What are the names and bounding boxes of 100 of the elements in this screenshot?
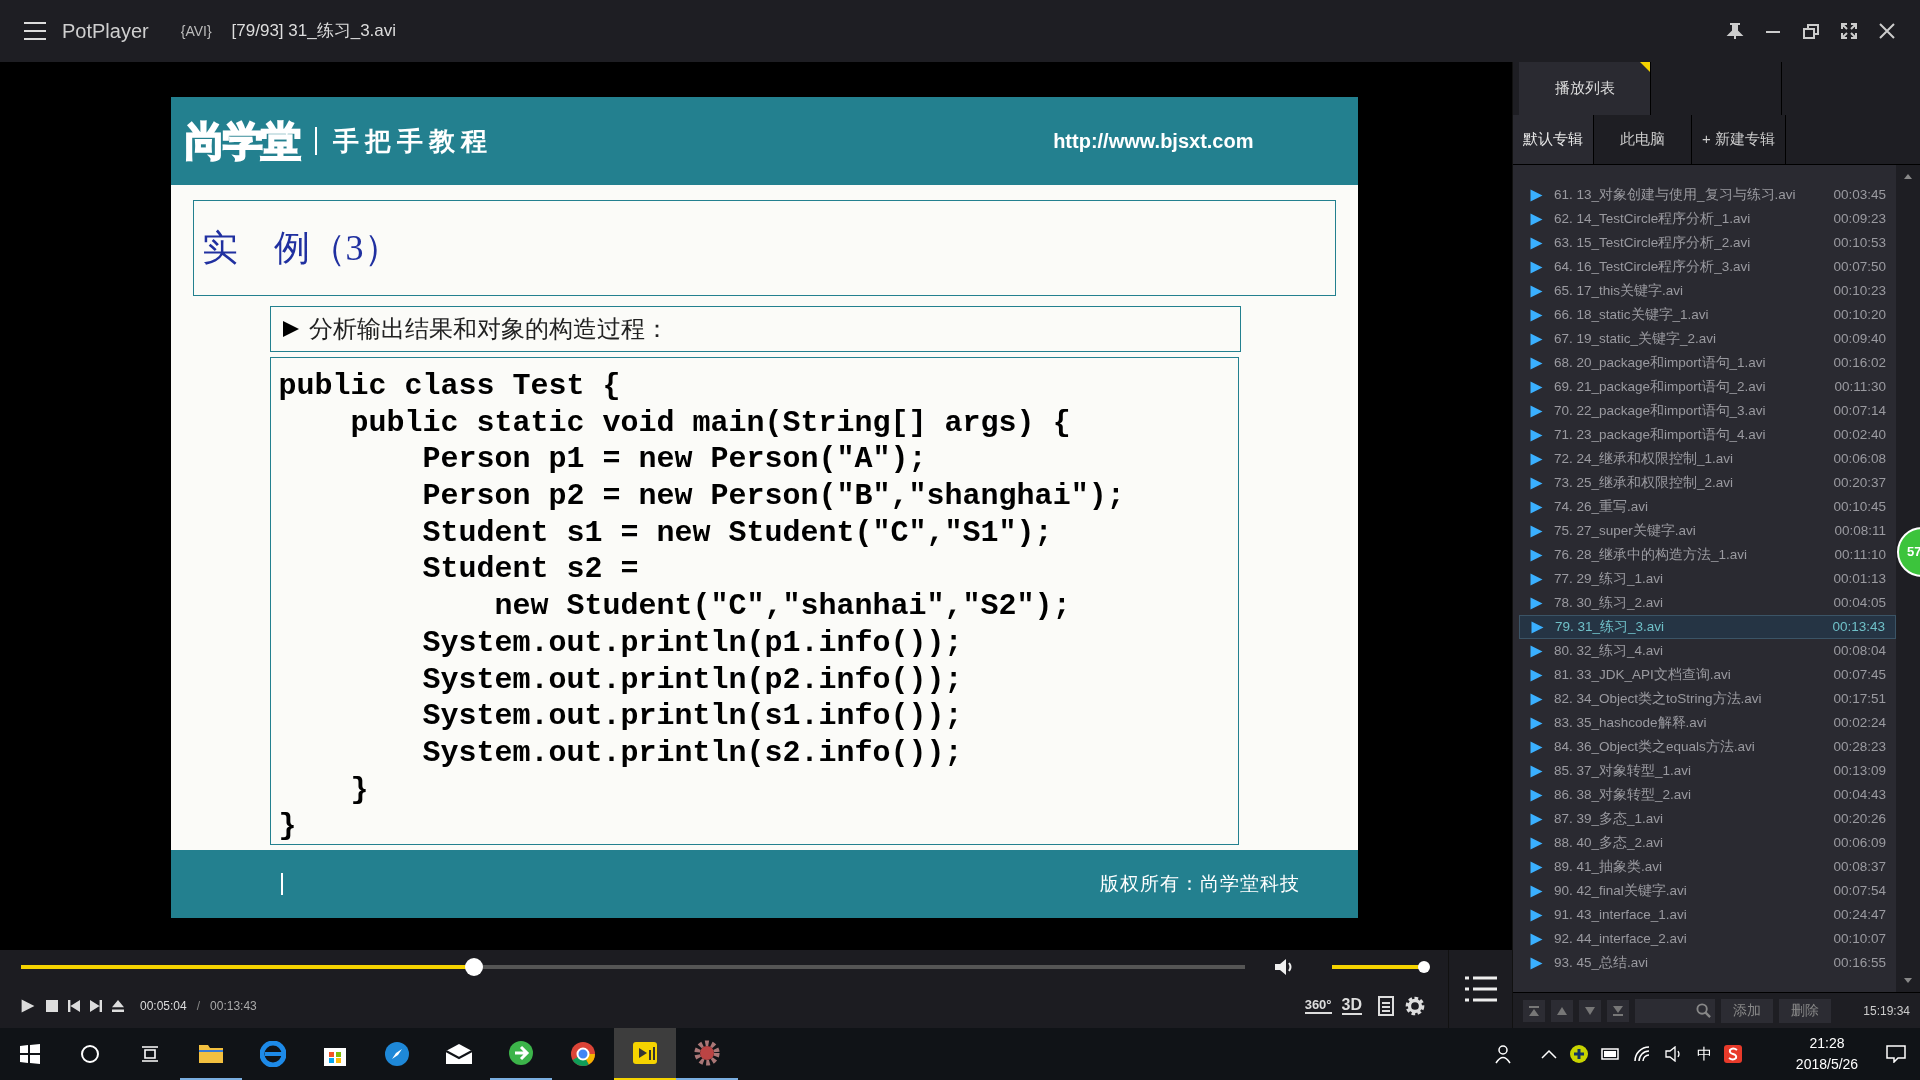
seek-handle[interactable]	[464, 958, 483, 976]
playlist-item[interactable]: 68. 20_package和import语句_1.avi 00:16:02	[1519, 351, 1896, 375]
play-file-icon	[1529, 475, 1544, 491]
move-down-icon[interactable]	[1579, 999, 1601, 1022]
play-file-icon	[1529, 283, 1544, 299]
playlist-item[interactable]: 69. 21_package和import语句_2.avi 00:11:30	[1519, 375, 1896, 399]
playlist-item[interactable]: 75. 27_super关键字.avi 00:08:11	[1519, 519, 1896, 543]
item-title: 83. 35_hashcode解释.avi	[1554, 713, 1708, 732]
playlist-item[interactable]: 84. 36_Object类之equals方法.avi 00:28:23	[1519, 735, 1896, 759]
item-title: 76. 28_继承中的构造方法_1.avi	[1554, 545, 1749, 564]
code-line: System.out.println(p2.info());	[421, 661, 963, 699]
chrome-app-icon[interactable]	[570, 1041, 596, 1067]
playlist-item[interactable]: 72. 24_继承和权限控制_1.avi 00:06:08	[1519, 447, 1896, 471]
move-top-icon[interactable]	[1523, 999, 1545, 1022]
search-field[interactable]	[1635, 998, 1715, 1023]
list-icon[interactable]	[1464, 976, 1497, 1002]
battery-icon[interactable]	[1601, 1047, 1621, 1061]
restore-icon[interactable]	[1802, 22, 1820, 40]
playlist-item[interactable]: 80. 32_练习_4.avi 00:08:04	[1519, 639, 1896, 663]
play-file-icon	[1529, 259, 1544, 275]
playlist-item[interactable]: 87. 39_多态_1.avi 00:20:26	[1519, 807, 1896, 831]
previous-icon[interactable]	[68, 1000, 80, 1012]
play-file-icon	[1529, 547, 1544, 563]
code-line: Student s2 =	[421, 551, 639, 589]
task-view-icon[interactable]	[140, 1044, 160, 1064]
plus-tray-icon[interactable]	[1569, 1044, 1589, 1064]
playlist-item[interactable]: 78. 30_练习_2.avi 00:04:05	[1519, 591, 1896, 615]
item-duration: 00:10:23	[1833, 281, 1886, 300]
play-icon[interactable]	[20, 998, 36, 1014]
item-duration: 00:09:23	[1833, 209, 1886, 228]
item-duration: 00:16:02	[1833, 353, 1886, 372]
taskbar-button[interactable]	[614, 1028, 676, 1080]
notification-icon[interactable]	[1886, 1045, 1906, 1063]
playlist-item[interactable]: 86. 38_对象转型_2.avi 00:04:43	[1519, 783, 1896, 807]
gear-app-icon	[693, 1039, 721, 1067]
playlist-item[interactable]: 90. 42_final关键字.avi 00:07:54	[1519, 879, 1896, 903]
playlist-item[interactable]: 91. 43_interface_1.avi 00:24:47	[1519, 903, 1896, 927]
playlist-item[interactable]: 77. 29_练习_1.avi 00:01:13	[1519, 567, 1896, 591]
move-up-icon[interactable]	[1551, 999, 1573, 1022]
play-file-icon	[1529, 691, 1544, 707]
item-duration: 00:24:47	[1833, 905, 1886, 924]
3d-button[interactable]: 3D	[1341, 997, 1362, 1015]
playlist-item[interactable]: 89. 41_抽象类.avi 00:08:37	[1519, 855, 1896, 879]
playlist-item[interactable]: 62. 14_TestCircle程序分析_1.avi 00:09:23	[1519, 207, 1896, 231]
volume-handle[interactable]	[1418, 961, 1430, 973]
playlist-item[interactable]: 76. 28_继承中的构造方法_1.avi 00:11:10	[1519, 543, 1896, 567]
playlist-tab[interactable]: 播放列表	[1519, 62, 1650, 115]
item-duration: 00:01:13	[1833, 569, 1886, 588]
website-url: http://www.bjsxt.com	[1053, 129, 1254, 154]
album-tab[interactable]: 默认专辑	[1513, 115, 1594, 164]
item-title: 87. 39_多态_1.avi	[1554, 809, 1665, 828]
windows-icon[interactable]	[20, 1044, 40, 1064]
playlist-item[interactable]: 67. 19_static_关键字_2.avi 00:09:40	[1519, 327, 1896, 351]
play-file-icon	[1529, 427, 1544, 443]
playlist-item[interactable]: 71. 23_package和import语句_4.avi 00:02:40	[1519, 423, 1896, 447]
play-file-icon	[1529, 403, 1544, 419]
item-title: 63. 15_TestCircle程序分析_2.avi	[1554, 233, 1752, 252]
360-button[interactable]: 360°	[1304, 998, 1332, 1014]
input-method-indicator[interactable]: 中	[1697, 1042, 1712, 1066]
playlist-item[interactable]: 64. 16_TestCircle程序分析_3.avi 00:07:50	[1519, 255, 1896, 279]
compass-app-icon[interactable]	[384, 1041, 410, 1067]
playlist-item[interactable]: 81. 33_JDK_API文档查询.avi 00:07:45	[1519, 663, 1896, 687]
delete-button[interactable]: 删除	[1779, 998, 1831, 1023]
add-button[interactable]: 添加	[1721, 998, 1773, 1023]
playlist-item[interactable]: 83. 35_hashcode解释.avi 00:02:24	[1519, 711, 1896, 735]
speaker-icon[interactable]	[1665, 1046, 1683, 1062]
item-title: 79. 31_练习_3.avi	[1555, 617, 1666, 636]
item-title: 78. 30_练习_2.avi	[1554, 593, 1665, 612]
eject-icon[interactable]	[112, 1000, 124, 1012]
playlist-item[interactable]: 63. 15_TestCircle程序分析_2.avi 00:10:53	[1519, 231, 1896, 255]
item-title: 90. 42_final关键字.avi	[1554, 881, 1688, 900]
playlist-item[interactable]: 93. 45_总结.avi 00:16:55	[1519, 951, 1896, 975]
playlist-item[interactable]: 70. 22_package和import语句_3.avi 00:07:14	[1519, 399, 1896, 423]
playlist-item[interactable]: 73. 25_继承和权限控制_2.avi 00:20:37	[1519, 471, 1896, 495]
pin-icon[interactable]	[1726, 22, 1744, 40]
item-duration: 00:10:53	[1833, 233, 1886, 252]
settings-icon[interactable]	[1404, 995, 1426, 1017]
item-duration: 00:11:10	[1834, 545, 1886, 564]
playlist-item[interactable]: 74. 26_重写.avi 00:10:45	[1519, 495, 1896, 519]
playlist-item[interactable]: 82. 34_Object类之toString方法.avi 00:17:51	[1519, 687, 1896, 711]
s-tray-icon[interactable]	[1724, 1045, 1742, 1063]
menu-icon[interactable]	[24, 22, 46, 40]
playlist-item[interactable]: 79. 31_练习_3.avi 00:13:43	[1519, 615, 1896, 639]
playlist-item[interactable]: 61. 13_对象创建与使用_复习与练习.avi 00:03:45	[1519, 183, 1896, 207]
fullscreen-icon[interactable]	[1840, 22, 1858, 40]
playlist-item[interactable]: 65. 17_this关键字.avi 00:10:23	[1519, 279, 1896, 303]
item-duration: 00:02:24	[1833, 713, 1886, 732]
playlist-item[interactable]: 85. 37_对象转型_1.avi 00:13:09	[1519, 759, 1896, 783]
playlist-toggle-icon[interactable]	[1378, 996, 1394, 1016]
item-title: 92. 44_interface_2.avi	[1554, 929, 1688, 948]
close-icon[interactable]	[1878, 22, 1896, 40]
edge-app-icon[interactable]	[260, 1041, 286, 1067]
playlist-item[interactable]: 92. 44_interface_2.avi 00:10:07	[1519, 927, 1896, 951]
next-icon[interactable]	[90, 1000, 102, 1012]
mail-app-icon[interactable]	[445, 1043, 473, 1065]
playlist-item[interactable]: 88. 40_多态_2.avi 00:06:09	[1519, 831, 1896, 855]
playlist-item[interactable]: 66. 18_static关键字_1.avi 00:10:20	[1519, 303, 1896, 327]
move-bottom-icon[interactable]	[1607, 999, 1629, 1022]
chevron-up-icon[interactable]	[1541, 1048, 1557, 1060]
play-file-icon	[1529, 835, 1544, 851]
